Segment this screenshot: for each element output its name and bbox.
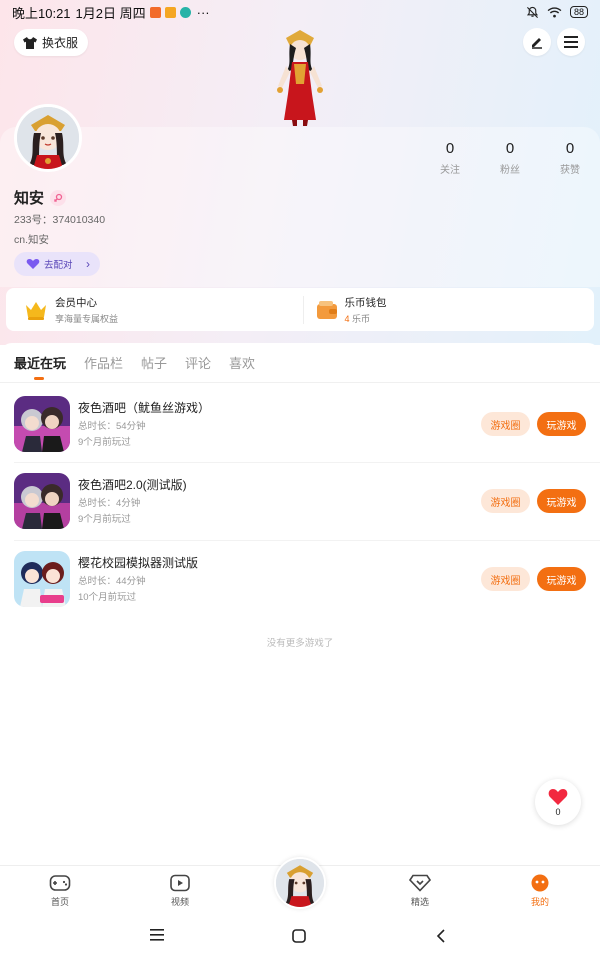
- game-duration: 总时长：44分钟: [78, 576, 146, 587]
- mute-bell-icon: [526, 6, 539, 18]
- heart-icon: [548, 788, 568, 805]
- username: 知安: [14, 187, 67, 208]
- nav-me[interactable]: 我的: [510, 874, 570, 908]
- game-last-played: 9个月前玩过: [78, 514, 131, 525]
- game-name: 夜色酒吧2.0(测试版): [78, 478, 187, 492]
- like-button[interactable]: 0: [535, 779, 581, 825]
- home-icon[interactable]: [292, 929, 306, 943]
- chevron-right-icon: ›: [86, 257, 90, 271]
- pencil-icon: [532, 38, 542, 49]
- recent-apps-icon[interactable]: [150, 929, 164, 941]
- nav-label: 精选: [410, 897, 429, 907]
- game-icon: [14, 551, 70, 607]
- stat-label: 获赞: [560, 165, 580, 176]
- video-icon: [170, 874, 190, 892]
- stat-value: 0: [505, 140, 515, 157]
- battery-icon: 88: [569, 6, 588, 18]
- game-last-played: 9个月前玩过: [78, 437, 131, 448]
- game-circle-button[interactable]: 游戏圈: [481, 412, 530, 436]
- username-text: 知安: [14, 190, 45, 207]
- game-duration: 总时长：4分钟: [78, 498, 141, 509]
- wallet-icon: [316, 300, 337, 319]
- game-icon: [14, 473, 70, 529]
- stat-label: 关注: [440, 165, 460, 176]
- tab-posts[interactable]: 帖子: [141, 353, 167, 372]
- tab-works[interactable]: 作品栏: [84, 353, 123, 372]
- nav-label: 我的: [530, 897, 549, 907]
- change-outfit-button[interactable]: 换衣服: [14, 29, 89, 56]
- crown-icon: [26, 301, 46, 320]
- shirt-icon: [23, 36, 37, 49]
- game-duration: 总时长：54分钟: [78, 421, 146, 432]
- pair-label: 去配对: [44, 260, 73, 271]
- tab-recently-played[interactable]: 最近在玩: [14, 353, 66, 372]
- tab-comments[interactable]: 评论: [185, 353, 211, 372]
- system-nav-bar: [0, 915, 600, 960]
- play-game-button[interactable]: 玩游戏: [537, 567, 586, 591]
- change-outfit-label: 换衣服: [42, 36, 79, 50]
- content-tabs: 最近在玩 作品栏 帖子 评论 喜欢: [0, 343, 600, 383]
- back-icon[interactable]: [436, 929, 446, 943]
- stat-followers[interactable]: 0 粉丝: [480, 140, 540, 176]
- stat-value: 0: [565, 140, 575, 157]
- stat-following[interactable]: 0 关注: [420, 140, 480, 176]
- status-time: 晚上10:21: [12, 5, 71, 21]
- nav-video[interactable]: 视频: [150, 874, 210, 908]
- heart-pair-icon: [26, 259, 40, 269]
- member-subtitle: 享海量专属权益: [55, 313, 119, 324]
- wallet[interactable]: 乐币钱包 4 乐币: [304, 288, 595, 331]
- tab-indicator: [34, 377, 44, 380]
- stat-value: 0: [445, 140, 455, 157]
- profile-stats: 0 关注 0 粉丝 0 获赞: [420, 140, 600, 176]
- user-id: 233号：374010340: [14, 214, 106, 226]
- wifi-icon: [547, 6, 562, 18]
- nav-featured[interactable]: 精选: [390, 874, 450, 908]
- game-icon: [14, 396, 70, 452]
- menu-button[interactable]: [557, 28, 585, 56]
- hamburger-icon: [564, 36, 578, 48]
- service-row: 会员中心 享海量专属权益 乐币钱包 4 乐币: [6, 288, 594, 331]
- status-bar: 晚上10:21 1月2日 周四 ··· 88: [0, 0, 600, 24]
- divider: [14, 540, 600, 541]
- play-game-button[interactable]: 玩游戏: [537, 412, 586, 436]
- game-circle-button[interactable]: 游戏圈: [481, 489, 530, 513]
- heart-diamond-icon: [408, 874, 432, 892]
- member-center[interactable]: 会员中心 享海量专属权益: [6, 288, 303, 331]
- nav-home[interactable]: 首页: [30, 874, 90, 908]
- avatar[interactable]: [14, 104, 82, 172]
- face-icon: [531, 874, 549, 892]
- divider: [14, 462, 600, 463]
- edit-profile-button[interactable]: [523, 28, 551, 56]
- notification-app-icon: [149, 6, 161, 18]
- gamepad-icon: [49, 875, 71, 891]
- stat-likes[interactable]: 0 获赞: [540, 140, 600, 176]
- wallet-amount: 4: [344, 313, 350, 324]
- tab-likes[interactable]: 喜欢: [229, 353, 255, 372]
- user-bio: cn.知安: [14, 234, 50, 246]
- wallet-unit: 乐币: [352, 313, 371, 324]
- game-name: 樱花校园模拟器测试版: [78, 556, 199, 570]
- game-last-played: 10个月前玩过: [78, 592, 137, 603]
- notification-app-icon: [179, 6, 191, 18]
- pair-button[interactable]: 去配对 ›: [14, 252, 100, 276]
- wallet-title: 乐币钱包: [344, 296, 387, 309]
- status-date: 1月2日 周四: [75, 5, 146, 21]
- female-icon: [50, 189, 67, 206]
- list-end-text: 没有更多游戏了: [266, 638, 334, 649]
- game-item[interactable]: 樱花校园模拟器测试版 总时长：44分钟 10个月前玩过 游戏圈 玩游戏: [0, 551, 600, 629]
- nav-label: 视频: [170, 897, 189, 907]
- game-name: 夜色酒吧（鱿鱼丝游戏）: [78, 401, 211, 415]
- like-count: 0: [555, 806, 561, 817]
- nav-label: 首页: [50, 897, 69, 907]
- game-circle-button[interactable]: 游戏圈: [481, 567, 530, 591]
- avatar-figure[interactable]: [266, 24, 334, 128]
- more-notifications-icon: ···: [196, 4, 210, 20]
- member-title: 会员中心: [55, 296, 97, 309]
- stat-label: 粉丝: [500, 165, 520, 176]
- play-game-button[interactable]: 玩游戏: [537, 489, 586, 513]
- nav-avatar-button[interactable]: [274, 857, 326, 909]
- notification-app-icon: [164, 6, 176, 18]
